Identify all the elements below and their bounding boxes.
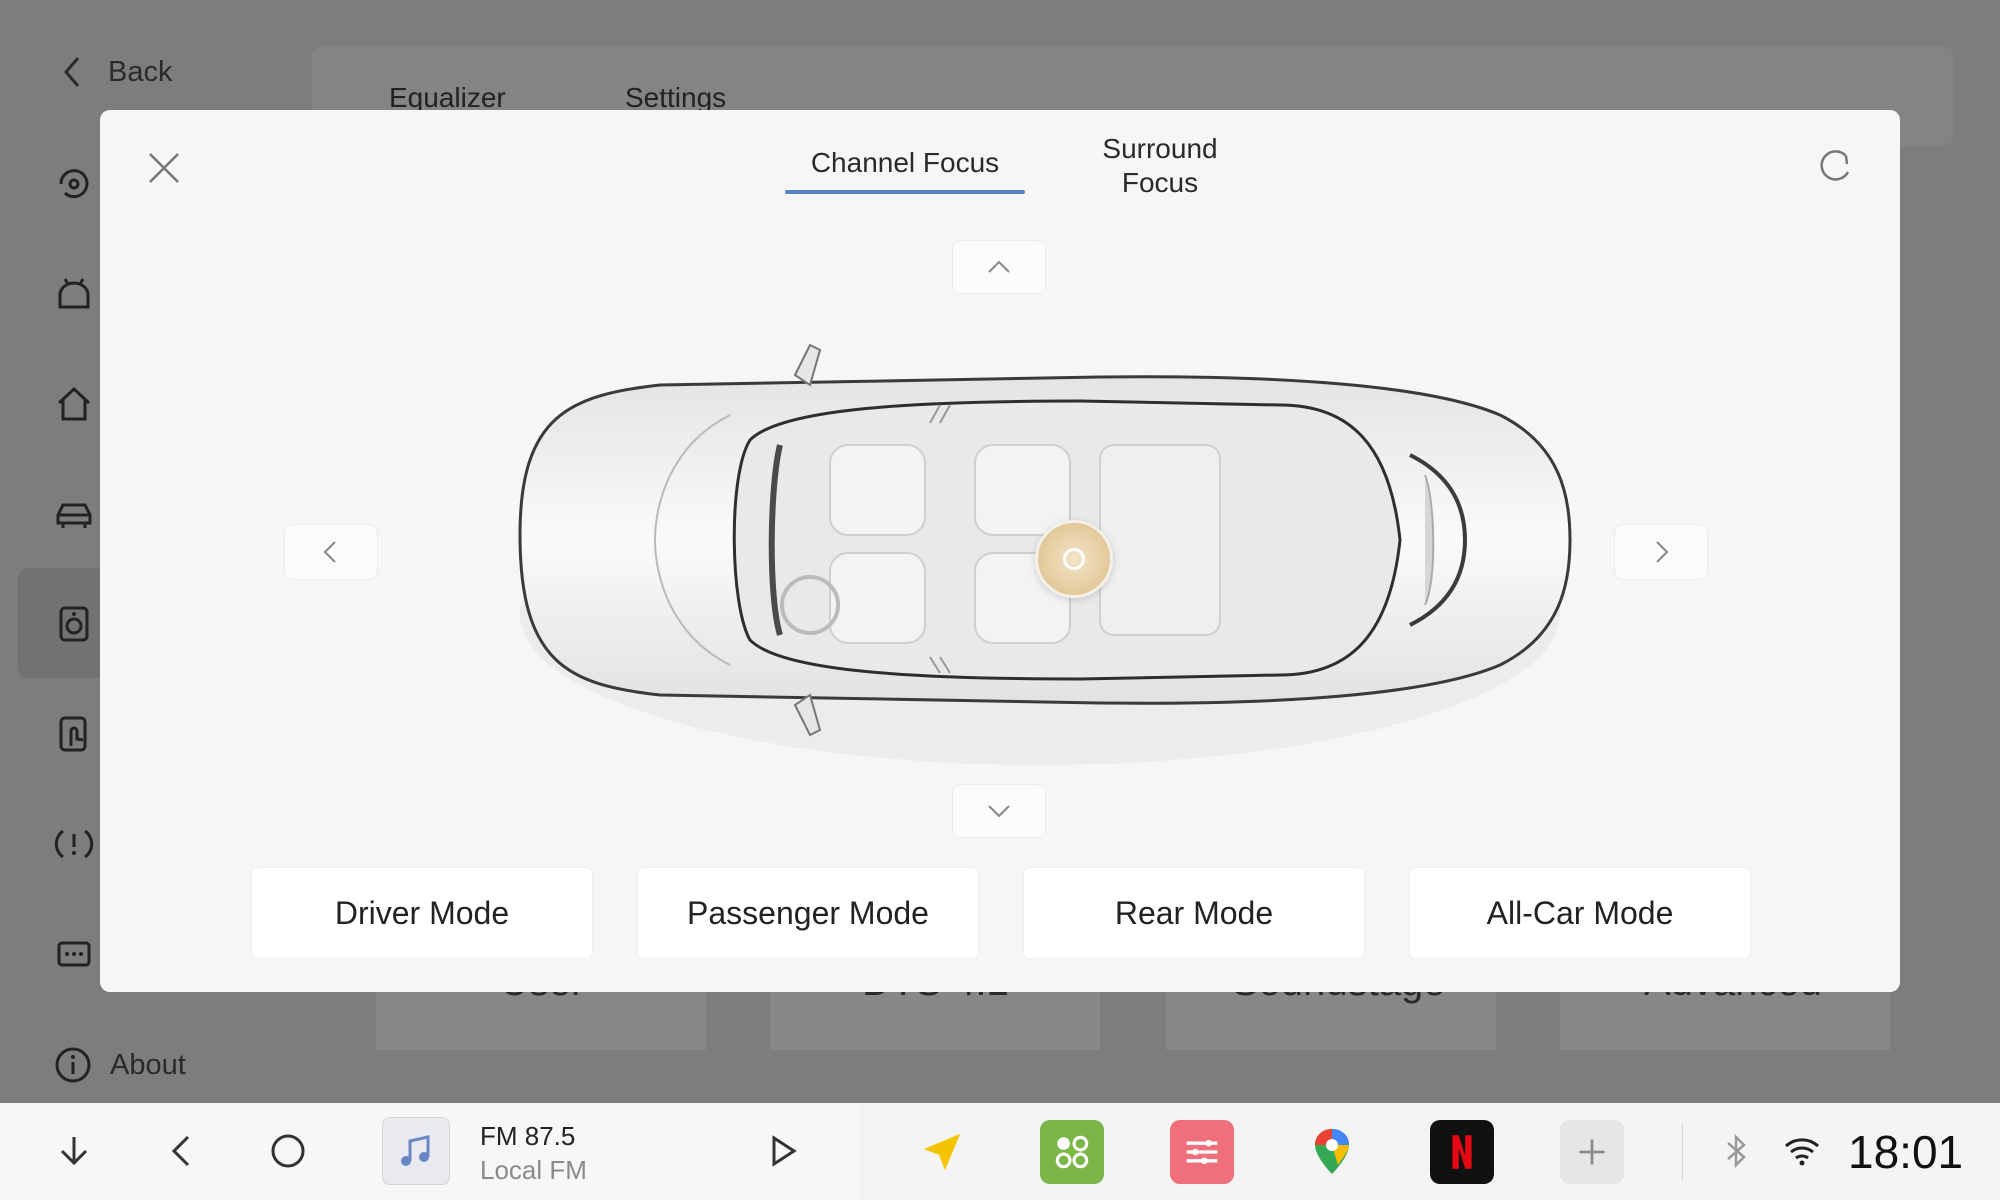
sidebar-android-icon[interactable]: [50, 270, 98, 318]
move-down-button[interactable]: [952, 784, 1046, 838]
move-left-button[interactable]: [284, 524, 378, 580]
all-car-mode-button[interactable]: All-Car Mode: [1410, 868, 1750, 958]
maps-icon[interactable]: [1300, 1120, 1364, 1184]
music-note-icon[interactable]: [382, 1117, 450, 1185]
chevron-down-icon: [988, 805, 1010, 818]
chevron-up-icon: [988, 260, 1010, 273]
navigation-icon[interactable]: [910, 1120, 974, 1184]
about-label: About: [110, 1048, 186, 1081]
equalizer-icon[interactable]: [1170, 1120, 1234, 1184]
rear-mode-button[interactable]: Rear Mode: [1024, 868, 1364, 958]
add-icon[interactable]: [1560, 1120, 1624, 1184]
sidebar-home-icon[interactable]: [50, 380, 98, 428]
sidebar-warning-icon[interactable]: [50, 820, 98, 868]
move-up-button[interactable]: [952, 240, 1046, 294]
passenger-mode-button[interactable]: Passenger Mode: [638, 868, 978, 958]
sound-focus-point-handle[interactable]: [1035, 520, 1113, 598]
driver-mode-button[interactable]: Driver Mode: [252, 868, 592, 958]
status-clock: 18:01: [1848, 1126, 1964, 1178]
back-label: Back: [108, 55, 173, 88]
info-icon: [55, 1047, 91, 1083]
reset-icon[interactable]: [1816, 146, 1856, 186]
dock-separator: [1682, 1123, 1683, 1181]
bluetooth-icon[interactable]: [1712, 1127, 1760, 1175]
radio-station-subtitle: Local FM: [480, 1155, 587, 1185]
nav-back-icon[interactable]: [158, 1127, 206, 1175]
play-icon[interactable]: [758, 1127, 806, 1175]
back-button[interactable]: Back: [58, 52, 172, 92]
channel-focus-dialog: Channel Focus Surround Focus Driver Mode…: [100, 110, 1900, 992]
nav-home-icon[interactable]: [264, 1127, 312, 1175]
sidebar-touch-icon[interactable]: [50, 710, 98, 758]
sidebar-speaker-icon[interactable]: [50, 600, 98, 648]
app-grid-icon[interactable]: [1040, 1120, 1104, 1184]
chevron-left-icon: [64, 57, 80, 87]
car-top-view-image: [518, 343, 1572, 765]
about-link[interactable]: About: [54, 1046, 186, 1084]
chevron-left-icon: [323, 541, 336, 563]
netflix-icon[interactable]: [1430, 1120, 1494, 1184]
tab-surround-focus[interactable]: Surround Focus: [1060, 132, 1260, 200]
sidebar-more-icon[interactable]: [50, 930, 98, 978]
chevron-right-icon: [1656, 541, 1669, 563]
close-icon[interactable]: [144, 148, 184, 188]
radio-station-title: FM 87.5: [480, 1121, 576, 1151]
bottom-dock: FM 87.5 Local FM 18:01: [0, 1103, 2000, 1200]
collapse-down-icon[interactable]: [50, 1127, 98, 1175]
move-right-button[interactable]: [1614, 524, 1708, 580]
sidebar-disc-icon[interactable]: [50, 160, 98, 208]
sidebar-car-icon[interactable]: [50, 490, 98, 538]
tab-channel-focus[interactable]: Channel Focus: [785, 146, 1025, 194]
wifi-icon[interactable]: [1778, 1127, 1826, 1175]
